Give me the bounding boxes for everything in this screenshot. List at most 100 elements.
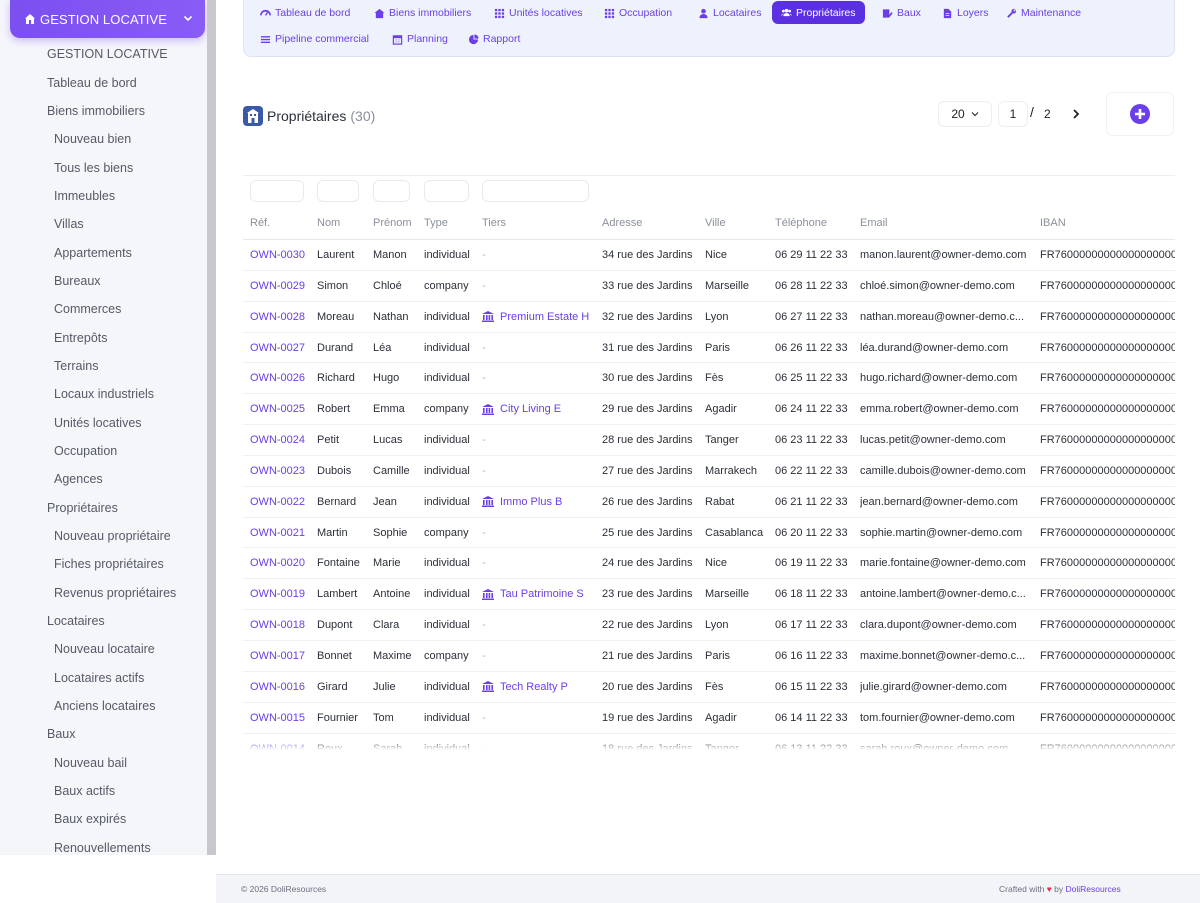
tab-biens-immobiliers[interactable]: Biens immobiliers — [368, 2, 477, 24]
tab-loyers[interactable]: Loyers — [936, 2, 995, 24]
third-party-link[interactable]: Premium Estate H — [482, 302, 600, 332]
table-row[interactable]: OWN-0024 Petit Lucas individual - 28 rue des … — [243, 425, 1175, 456]
table-row[interactable]: OWN-0018 Dupont Clara individual - 22 rue des… — [243, 610, 1175, 641]
filter-tiers-input[interactable] — [482, 180, 589, 202]
column-header-tiers[interactable]: Tiers — [482, 206, 506, 240]
sidebar-item[interactable]: Tous les biens — [0, 153, 206, 181]
column-header-tel[interactable]: Téléphone — [775, 206, 827, 240]
column-header-ville[interactable]: Ville — [705, 206, 726, 240]
add-owner-button[interactable] — [1106, 92, 1174, 136]
sidebar-item[interactable]: Agences — [0, 465, 206, 493]
page-number-input[interactable]: 1 — [998, 101, 1028, 127]
sidebar-item[interactable]: Locaux industriels — [0, 380, 206, 408]
sidebar-item[interactable]: Propriétaires — [0, 494, 206, 522]
owner-ref-link[interactable]: OWN-0018 — [250, 610, 316, 640]
tab-pipeline-commercial[interactable]: Pipeline commercial — [254, 28, 375, 50]
column-header-email[interactable]: Email — [860, 206, 888, 240]
sidebar-item[interactable]: Baux actifs — [0, 777, 206, 805]
owner-ref-link[interactable]: OWN-0016 — [250, 672, 316, 702]
owner-ref-link[interactable]: OWN-0017 — [250, 641, 316, 671]
table-row[interactable]: OWN-0026 Richard Hugo individual - 30 rue des… — [243, 363, 1175, 395]
sidebar-scrollbar[interactable] — [207, 0, 216, 855]
module-selector-button[interactable]: GESTION LOCATIVE — [10, 0, 205, 38]
table-row[interactable]: OWN-0019 Lambert Antoine individual Tau Patr… — [243, 579, 1175, 611]
sidebar-item[interactable]: Baux expirés — [0, 805, 206, 833]
tab-propriétaires[interactable]: Propriétaires — [772, 1, 865, 24]
filter-nom-input[interactable] — [317, 180, 359, 202]
owner-ref-link[interactable]: OWN-0021 — [250, 518, 316, 548]
table-row[interactable]: OWN-0021 Martin Sophie company - 25 rue des J… — [243, 518, 1175, 549]
sidebar-item[interactable]: Baux — [0, 720, 206, 748]
table-row[interactable]: OWN-0029 Simon Chloé company - 33 rue des Jar… — [243, 271, 1175, 302]
sidebar-item[interactable]: Tableau de bord — [0, 68, 206, 96]
sidebar-item[interactable]: GESTION LOCATIVE — [0, 40, 206, 68]
filter-type-input[interactable] — [424, 180, 469, 202]
filter-ref-input[interactable] — [250, 180, 304, 202]
table-row[interactable]: OWN-0028 Moreau Nathan individual Premium Es… — [243, 302, 1175, 333]
table-row[interactable]: OWN-0023 Dubois Camille individual - 27 rue d… — [243, 456, 1175, 487]
table-row[interactable]: OWN-0030 Laurent Manon individual - 34 rue de… — [243, 240, 1175, 271]
third-party-link[interactable]: Tau Patrimoine S — [482, 579, 600, 609]
sidebar-item[interactable]: Nouveau bail — [0, 749, 206, 777]
sidebar-item[interactable]: Entrepôts — [0, 323, 206, 351]
owner-ref-link[interactable]: OWN-0026 — [250, 363, 316, 393]
owner-ref-link[interactable]: OWN-0027 — [250, 333, 316, 363]
owner-ref-link[interactable]: OWN-0025 — [250, 394, 316, 424]
sidebar-item[interactable]: Fiches propriétaires — [0, 550, 206, 578]
table-row[interactable]: OWN-0025 Robert Emma company City Living E 29… — [243, 394, 1175, 426]
tab-baux[interactable]: Baux — [876, 2, 927, 24]
third-party-link[interactable]: City Living E — [482, 394, 600, 424]
sidebar-item[interactable]: Biens immobiliers — [0, 97, 206, 125]
sidebar-item[interactable]: Nouveau bien — [0, 125, 206, 153]
tab-maintenance[interactable]: Maintenance — [1000, 2, 1087, 24]
per-page-select[interactable]: 20 — [938, 101, 992, 127]
column-header-ref[interactable]: Réf. — [250, 206, 270, 240]
column-header-prenom[interactable]: Prénom — [373, 206, 412, 240]
owner-ref-link[interactable]: OWN-0022 — [250, 487, 316, 517]
sidebar-item[interactable]: Locataires — [0, 607, 206, 635]
column-header-nom[interactable]: Nom — [317, 206, 340, 240]
owner-ref-link[interactable]: OWN-0029 — [250, 271, 316, 301]
sidebar-item[interactable]: Immeubles — [0, 182, 206, 210]
third-party-link[interactable]: Immo Plus B — [482, 487, 600, 517]
owner-ref-link[interactable]: OWN-0019 — [250, 579, 316, 609]
table-row[interactable]: OWN-0015 Fournier Tom individual - 19 rue des… — [243, 703, 1175, 734]
table-row[interactable]: OWN-0020 Fontaine Marie individual - 24 rue d… — [243, 548, 1175, 580]
tab-occupation[interactable]: Occupation — [598, 2, 678, 24]
owner-ref-link[interactable]: OWN-0015 — [250, 703, 316, 733]
sidebar-item[interactable]: Villas — [0, 210, 206, 238]
owner-ref-link[interactable]: OWN-0020 — [250, 548, 316, 578]
tab-rapport[interactable]: Rapport — [462, 28, 526, 50]
table-row[interactable]: OWN-0016 Girard Julie individual Tech Realty… — [243, 672, 1175, 703]
third-party-link[interactable]: Tech Realty P — [482, 672, 600, 702]
owner-ref-link[interactable]: OWN-0030 — [250, 240, 316, 270]
tab-planning[interactable]: Planning — [386, 28, 454, 50]
sidebar-item[interactable]: Bureaux — [0, 267, 206, 295]
footer-brand-link[interactable]: DoliResources — [1066, 884, 1121, 894]
filter-prenom-input[interactable] — [373, 180, 410, 202]
column-header-iban[interactable]: IBAN — [1040, 206, 1066, 240]
owner-ref-link[interactable]: OWN-0023 — [250, 456, 316, 486]
sidebar-item[interactable]: Nouveau locataire — [0, 635, 206, 663]
sidebar-item[interactable]: Commerces — [0, 295, 206, 323]
sidebar-item[interactable]: Locataires actifs — [0, 664, 206, 692]
column-header-type[interactable]: Type — [424, 206, 448, 240]
column-header-adresse[interactable]: Adresse — [602, 206, 642, 240]
tab-unités-locatives[interactable]: Unités locatives — [488, 2, 589, 24]
sidebar-item[interactable]: Nouveau propriétaire — [0, 522, 206, 550]
owner-ref-link[interactable]: OWN-0028 — [250, 302, 316, 332]
sidebar-item[interactable]: Terrains — [0, 352, 206, 380]
table-row[interactable]: OWN-0027 Durand Léa individual - 31 rue des J… — [243, 333, 1175, 364]
table-row[interactable]: OWN-0022 Bernard Jean individual Immo Plus B… — [243, 487, 1175, 518]
sidebar-item[interactable]: Anciens locataires — [0, 692, 206, 720]
sidebar-item[interactable]: Revenus propriétaires — [0, 579, 206, 607]
table-row[interactable]: OWN-0017 Bonnet Maxime company - 21 rue des J… — [243, 641, 1175, 672]
owner-ref-link[interactable]: OWN-0024 — [250, 425, 316, 455]
next-page-icon[interactable] — [1070, 108, 1082, 120]
sidebar-item[interactable]: Appartements — [0, 238, 206, 266]
sidebar-item[interactable]: Renouvellements — [0, 834, 206, 855]
sidebar-item[interactable]: Unités locatives — [0, 408, 206, 436]
tab-tableau-de-bord[interactable]: Tableau de bord — [254, 2, 356, 24]
tab-locataires[interactable]: Locataires — [692, 2, 767, 24]
sidebar-item[interactable]: Occupation — [0, 437, 206, 465]
